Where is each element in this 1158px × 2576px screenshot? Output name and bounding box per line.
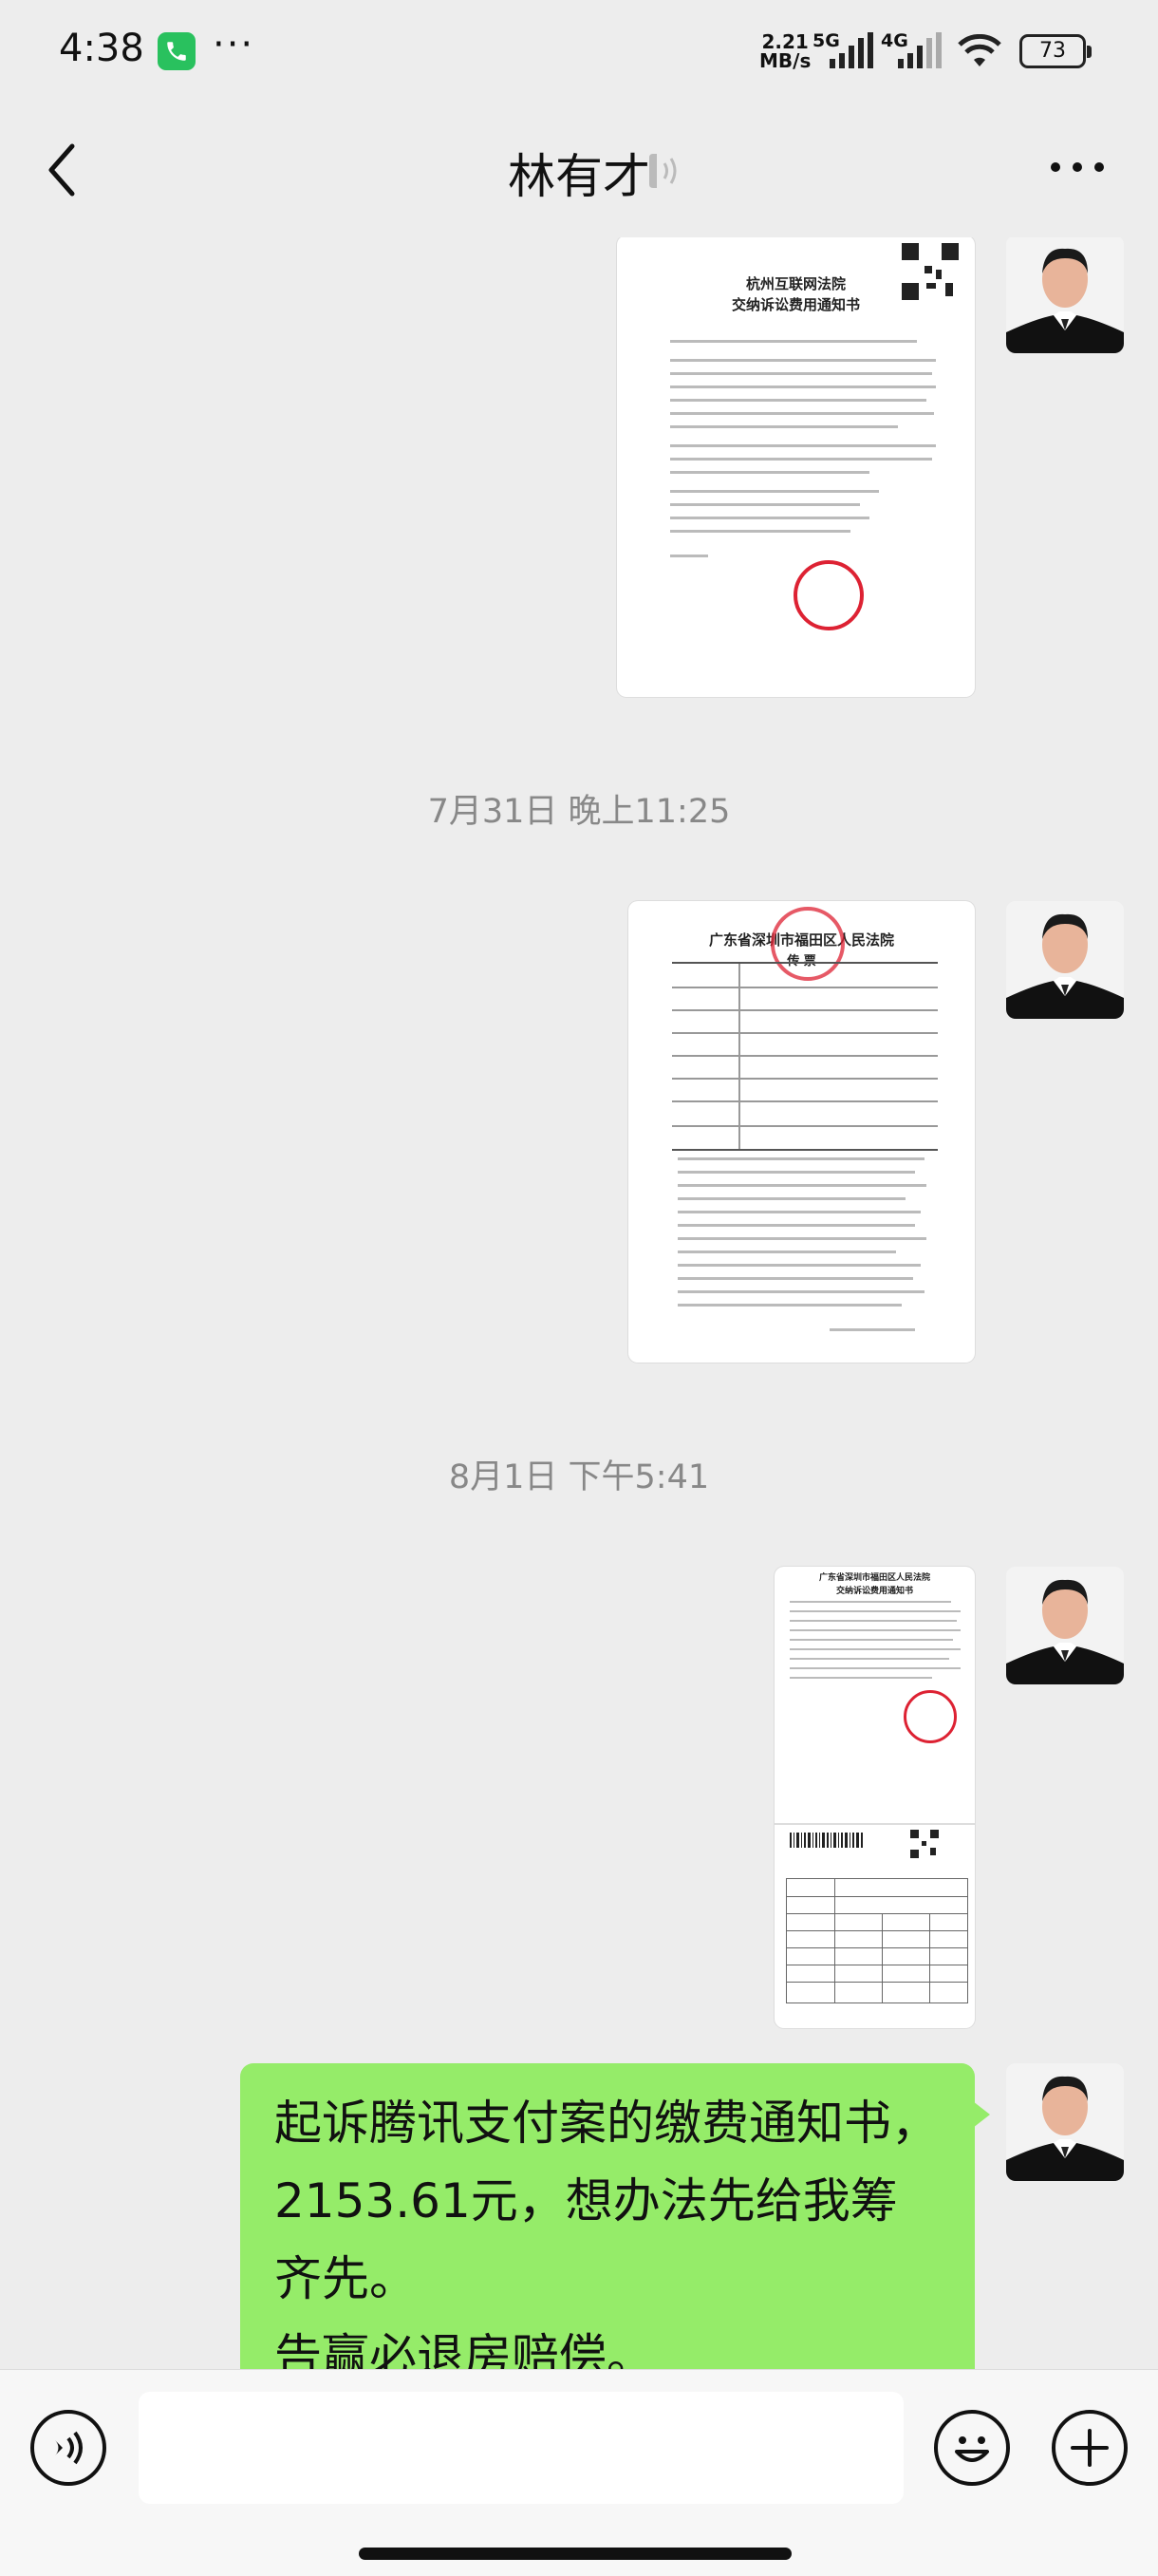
avatar[interactable] xyxy=(1006,2063,1124,2181)
message-timestamp: 7月31日 晚上11:25 xyxy=(427,793,731,831)
more-icon[interactable] xyxy=(1044,148,1111,186)
qr-code-icon xyxy=(900,241,961,302)
home-indicator[interactable] xyxy=(359,2548,792,2560)
summons-table xyxy=(672,962,938,1151)
avatar[interactable] xyxy=(1006,901,1124,1019)
plus-icon[interactable] xyxy=(1052,2410,1128,2486)
status-more-indicator: ··· xyxy=(213,23,255,66)
image-message[interactable]: 广东省深圳市福田区人民法院 交纳诉讼费用通知书 xyxy=(775,1567,975,2028)
chat-input-bar xyxy=(0,2369,1158,2576)
image-message[interactable]: 杭州互联网法院 交纳诉讼费用通知书 xyxy=(617,237,975,697)
fee-table xyxy=(786,1878,968,2003)
image-message[interactable]: 广东省深圳市福田区人民法院 传 票 xyxy=(628,901,975,1363)
battery-indicator: 73 xyxy=(1019,34,1092,68)
chat-message-list[interactable]: 杭州互联网法院 交纳诉讼费用通知书 7月31日 晚上11:25 广东省深圳市福田… xyxy=(0,237,1158,2369)
voice-input-icon[interactable] xyxy=(30,2410,106,2486)
text-message-bubble[interactable]: 起诉腾讯支付案的缴费通知书，2153.61元，想办法先给我筹齐先。 告赢必退房赔… xyxy=(240,2063,990,2369)
chat-header: 林有才 xyxy=(0,104,1158,237)
emoji-icon[interactable] xyxy=(934,2410,1010,2486)
chat-title: 林有才 xyxy=(508,149,650,204)
avatar[interactable] xyxy=(1006,1567,1124,1684)
court-seal xyxy=(904,1690,957,1743)
net-speed: 2.21 MB/s xyxy=(759,30,812,72)
avatar[interactable] xyxy=(1006,237,1124,353)
qr-code-icon xyxy=(909,1829,940,1859)
court-seal xyxy=(794,560,864,630)
signal-5g-icon xyxy=(830,32,873,68)
wifi-icon xyxy=(958,34,1001,66)
message-timestamp: 8月1日 下午5:41 xyxy=(448,1458,710,1496)
voice-wave-icon xyxy=(649,154,677,188)
signal-4g-icon xyxy=(898,32,942,68)
status-time: 4:38 xyxy=(59,27,144,70)
message-input[interactable] xyxy=(139,2392,904,2504)
status-bar: 4:38 ··· 2.21 MB/s 5G 4G 73 xyxy=(0,0,1158,104)
barcode-icon xyxy=(790,1833,863,1848)
phone-icon xyxy=(158,32,196,70)
